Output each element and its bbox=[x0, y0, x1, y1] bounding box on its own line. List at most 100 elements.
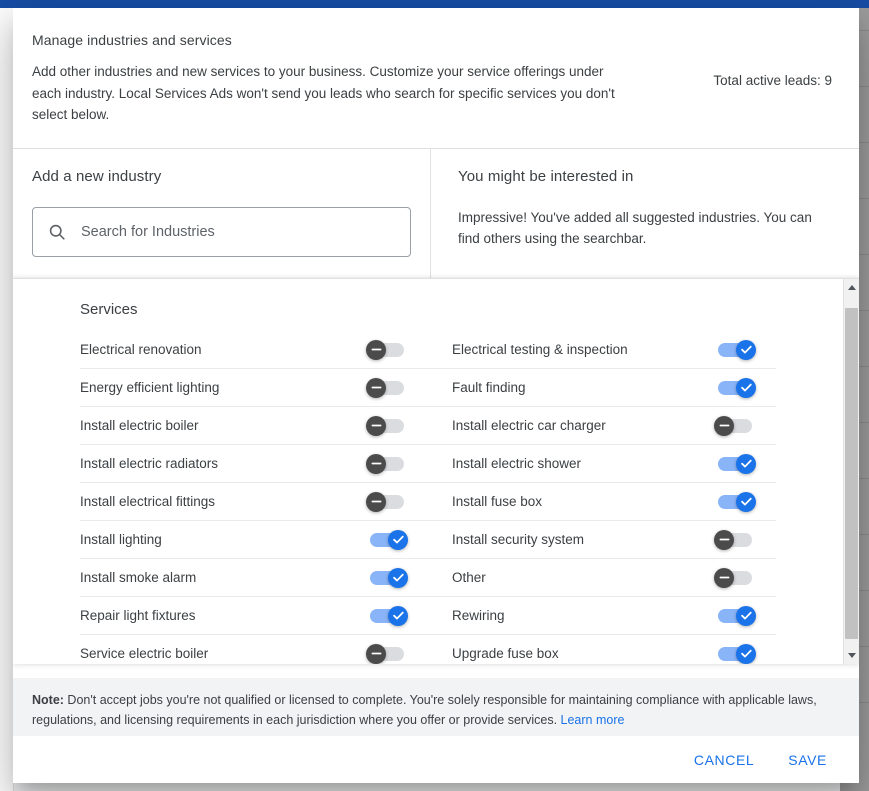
service-name: Install electric shower bbox=[452, 456, 714, 471]
minus-icon bbox=[718, 571, 731, 584]
services-inner: Services Electrical renovationElectrical… bbox=[13, 279, 843, 664]
service-cell: Repair light fixtures bbox=[80, 606, 422, 626]
check-icon bbox=[740, 343, 753, 356]
service-cell: Other bbox=[422, 568, 764, 588]
service-toggle[interactable] bbox=[366, 568, 408, 588]
toggle-knob bbox=[388, 530, 408, 550]
note-body: Don't accept jobs you're not qualified o… bbox=[32, 693, 817, 727]
service-name: Other bbox=[452, 570, 714, 585]
service-cell: Energy efficient lighting bbox=[80, 378, 422, 398]
toggle-knob bbox=[714, 530, 734, 550]
service-cell: Install lighting bbox=[80, 530, 422, 550]
toggle-knob bbox=[366, 378, 386, 398]
services-rows: Electrical renovationElectrical testing … bbox=[13, 331, 843, 664]
app-top-bar bbox=[0, 0, 869, 8]
dialog-header: Manage industries and services Add other… bbox=[13, 8, 859, 149]
service-toggle[interactable] bbox=[366, 340, 408, 360]
save-button[interactable]: SAVE bbox=[776, 744, 839, 776]
toggle-knob bbox=[714, 416, 734, 436]
suggestions-heading: You might be interested in bbox=[458, 168, 835, 185]
dialog-description: Add other industries and new services to… bbox=[32, 61, 632, 126]
service-cell: Install electric radiators bbox=[80, 454, 422, 474]
industry-search-box[interactable] bbox=[32, 207, 411, 257]
service-name: Service electric boiler bbox=[80, 646, 366, 661]
service-name: Install security system bbox=[452, 532, 714, 547]
scroll-down-arrow-icon[interactable] bbox=[844, 647, 859, 664]
search-input[interactable] bbox=[81, 224, 396, 240]
cancel-button[interactable]: CANCEL bbox=[682, 744, 766, 776]
service-toggle[interactable] bbox=[714, 568, 756, 588]
service-cell: Install fuse box bbox=[422, 492, 764, 512]
service-cell: Install electric shower bbox=[422, 454, 764, 474]
service-name: Upgrade fuse box bbox=[452, 646, 714, 661]
service-toggle[interactable] bbox=[714, 606, 756, 626]
service-toggle[interactable] bbox=[714, 454, 756, 474]
service-cell: Service electric boiler bbox=[80, 644, 422, 664]
background-left-strip bbox=[0, 8, 14, 791]
service-row: Electrical renovationElectrical testing … bbox=[80, 331, 776, 369]
scroll-up-arrow-icon[interactable] bbox=[844, 279, 859, 296]
dialog-header-left: Manage industries and services Add other… bbox=[32, 32, 713, 126]
service-toggle[interactable] bbox=[366, 378, 408, 398]
learn-more-link[interactable]: Learn more bbox=[561, 713, 625, 727]
service-row: Energy efficient lighting Fault finding bbox=[80, 369, 776, 407]
services-scrollbar[interactable] bbox=[843, 279, 859, 664]
search-icon bbox=[47, 222, 67, 242]
service-cell: Fault finding bbox=[422, 378, 764, 398]
check-icon bbox=[740, 457, 753, 470]
service-toggle[interactable] bbox=[366, 454, 408, 474]
toggle-knob bbox=[736, 644, 756, 664]
service-row: Service electric boiler Upgrade fuse box bbox=[80, 635, 776, 664]
dialog-action-bar: CANCEL SAVE bbox=[13, 736, 859, 783]
service-toggle[interactable] bbox=[714, 378, 756, 398]
toggle-knob bbox=[736, 454, 756, 474]
service-toggle[interactable] bbox=[714, 416, 756, 436]
manage-industries-dialog: Manage industries and services Add other… bbox=[13, 8, 859, 783]
service-toggle[interactable] bbox=[366, 416, 408, 436]
service-cell: Install electric car charger bbox=[422, 416, 764, 436]
service-cell: Install electric boiler bbox=[80, 416, 422, 436]
service-toggle[interactable] bbox=[366, 644, 408, 664]
service-toggle[interactable] bbox=[714, 644, 756, 664]
service-name: Fault finding bbox=[452, 380, 714, 395]
service-toggle[interactable] bbox=[366, 492, 408, 512]
minus-icon bbox=[370, 457, 383, 470]
check-icon bbox=[392, 533, 405, 546]
service-name: Electrical renovation bbox=[80, 342, 366, 357]
service-row: Install lighting Install security system bbox=[80, 521, 776, 559]
service-toggle[interactable] bbox=[366, 606, 408, 626]
toggle-knob bbox=[388, 568, 408, 588]
toggle-knob bbox=[388, 606, 408, 626]
check-icon bbox=[740, 609, 753, 622]
service-name: Install smoke alarm bbox=[80, 570, 366, 585]
service-toggle[interactable] bbox=[366, 530, 408, 550]
service-name: Install electric car charger bbox=[452, 418, 714, 433]
service-name: Energy efficient lighting bbox=[80, 380, 366, 395]
service-toggle[interactable] bbox=[714, 492, 756, 512]
service-name: Install electric radiators bbox=[80, 456, 366, 471]
service-name: Repair light fixtures bbox=[80, 608, 366, 623]
toggle-knob bbox=[736, 378, 756, 398]
service-toggle[interactable] bbox=[714, 530, 756, 550]
toggle-knob bbox=[714, 568, 734, 588]
suggestions-section: You might be interested in Impressive! Y… bbox=[431, 149, 859, 282]
minus-icon bbox=[370, 419, 383, 432]
service-cell: Install security system bbox=[422, 530, 764, 550]
toggle-knob bbox=[736, 606, 756, 626]
scrollbar-thumb[interactable] bbox=[845, 308, 858, 639]
services-label: Services bbox=[13, 301, 843, 331]
service-name: Install electric boiler bbox=[80, 418, 366, 433]
service-cell: Install electrical fittings bbox=[80, 492, 422, 512]
service-row: Install smoke alarm Other bbox=[80, 559, 776, 597]
service-name: Rewiring bbox=[452, 608, 714, 623]
check-icon bbox=[740, 495, 753, 508]
service-toggle[interactable] bbox=[714, 340, 756, 360]
total-active-leads: Total active leads: 9 bbox=[713, 32, 840, 88]
note-label: Note: bbox=[32, 693, 64, 707]
minus-icon bbox=[718, 419, 731, 432]
service-cell: Upgrade fuse box bbox=[422, 644, 764, 664]
toggle-knob bbox=[366, 644, 386, 664]
service-row: Install electric radiators Install electr… bbox=[80, 445, 776, 483]
dialog-columns: Add a new industry You might be interest… bbox=[13, 149, 859, 283]
service-cell: Rewiring bbox=[422, 606, 764, 626]
